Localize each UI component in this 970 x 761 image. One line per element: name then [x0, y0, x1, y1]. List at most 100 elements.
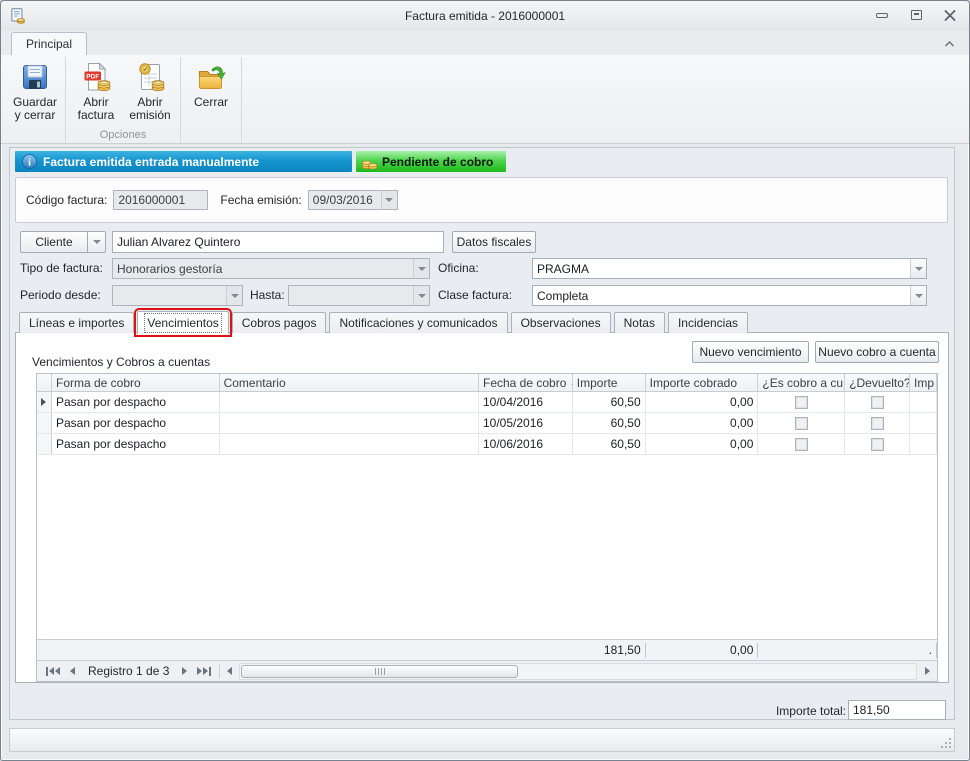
cell-fecha-de-cobro: 10/05/2016 [479, 413, 573, 433]
column-header-1[interactable]: Forma de cobro [52, 374, 220, 391]
cell-es-cobro-a-cuenta [758, 434, 845, 454]
close-button[interactable] [943, 9, 957, 21]
tab-vencimientos[interactable]: Vencimientos [137, 311, 228, 334]
button-label: emisión [129, 109, 170, 122]
oficina-label: Oficina: [438, 261, 479, 275]
codigo-factura-field[interactable]: 2016000001 [113, 190, 208, 210]
fecha-emision-field[interactable]: 09/03/2016 [308, 190, 398, 210]
scrollbar-thumb[interactable] [241, 665, 518, 678]
oficina-value: PRAGMA [537, 262, 589, 276]
ribbon-tab-principal[interactable]: Principal [11, 32, 87, 55]
es-cobro-a-cuenta-checkbox[interactable] [795, 438, 808, 451]
tab-label: Notificaciones y comunicados [339, 316, 497, 330]
cell-importe: 60,50 [573, 392, 646, 412]
title-bar[interactable]: Factura emitida - 2016000001 [1, 1, 969, 31]
column-header-3[interactable]: Fecha de cobro [479, 374, 573, 391]
importe-total-field[interactable]: 181,50 [848, 700, 946, 720]
chevron-down-icon[interactable] [910, 286, 926, 305]
cell-devuelto [845, 413, 910, 433]
minimize-button[interactable] [875, 9, 889, 21]
tab-cobros-pagos[interactable]: Cobros pagos [232, 312, 327, 333]
cliente-split-button[interactable]: Cliente [20, 231, 106, 253]
close-icon [944, 10, 956, 21]
tab-l-neas-e-importes[interactable]: Líneas e importes [19, 312, 134, 333]
previous-record-button[interactable] [65, 661, 80, 681]
toolbar-group-cerrar: Cerrar [181, 57, 242, 143]
status-bar [9, 728, 955, 752]
open-emission-button[interactable]: Abrir emisión [123, 57, 177, 129]
cell-importe-cobrado: 0,00 [646, 434, 759, 454]
cell-importe-cobrado: 0,00 [646, 413, 759, 433]
table-row[interactable]: Pasan por despacho10/05/201660,500,00 [37, 413, 937, 434]
record-position-label: Registro 1 de 3 [80, 664, 177, 678]
tipo-factura-combo[interactable]: Honorarios gestoría [112, 258, 430, 279]
column-header-6[interactable]: ¿Es cobro a cu... [758, 374, 845, 391]
chevron-down-icon[interactable] [413, 259, 429, 278]
first-record-button[interactable] [41, 661, 65, 681]
resize-grip[interactable] [939, 736, 951, 748]
es-cobro-a-cuenta-checkbox[interactable] [795, 396, 808, 409]
save-icon [19, 61, 51, 93]
cliente-button[interactable]: Cliente [20, 231, 88, 253]
oficina-combo[interactable]: PRAGMA [532, 258, 927, 279]
tab-label: Vencimientos [147, 316, 218, 330]
chevron-down-icon[interactable] [910, 259, 926, 278]
column-header-4[interactable]: Importe [573, 374, 646, 391]
tab-label: Líneas e importes [29, 316, 124, 330]
periodo-desde-combo[interactable] [112, 285, 243, 306]
grid-summary-row: 181,500,00. [37, 639, 937, 660]
cell-fecha-de-cobro: 10/04/2016 [479, 392, 573, 412]
clase-factura-combo[interactable]: Completa [532, 285, 927, 306]
clase-factura-label: Clase factura: [438, 288, 512, 302]
scroll-right-button[interactable] [921, 667, 933, 675]
cliente-dropdown-button[interactable] [88, 231, 106, 253]
horizontal-scrollbar[interactable] [239, 663, 917, 680]
datos-fiscales-button[interactable]: Datos fiscales [452, 231, 536, 253]
last-record-button[interactable] [192, 661, 216, 681]
grid-empty-area [37, 455, 937, 639]
window-title: Factura emitida - 2016000001 [1, 9, 969, 23]
table-row[interactable]: Pasan por despacho10/04/201660,500,00 [37, 392, 937, 413]
tab-observaciones[interactable]: Observaciones [511, 312, 611, 333]
tab-notificaciones-y-comunicados[interactable]: Notificaciones y comunicados [329, 312, 507, 333]
chevron-down-icon[interactable] [413, 286, 429, 305]
open-invoice-button[interactable]: PDF Abrir factura [69, 57, 123, 129]
chevron-down-icon[interactable] [381, 191, 397, 209]
tipo-factura-value: Honorarios gestoría [117, 262, 222, 276]
devuelto-checkbox[interactable] [871, 438, 884, 451]
devuelto-checkbox[interactable] [871, 396, 884, 409]
hasta-combo[interactable] [288, 285, 430, 306]
column-header-8[interactable]: Imp [910, 374, 937, 391]
chevron-down-icon[interactable] [226, 286, 242, 305]
devuelto-checkbox[interactable] [871, 417, 884, 430]
summary-cell [220, 643, 479, 658]
section-title: Vencimientos y Cobros a cuentas [32, 355, 210, 369]
chevron-up-icon [944, 40, 955, 48]
restore-icon [911, 10, 922, 20]
toolbar-group-save: Guardar y cerrar [5, 57, 66, 143]
coins-icon [361, 154, 378, 170]
es-cobro-a-cuenta-checkbox[interactable] [795, 417, 808, 430]
button-label: factura [78, 109, 115, 122]
summary-cell [758, 643, 845, 658]
column-header-label: ¿Es cobro a cu... [762, 376, 845, 390]
tab-incidencias[interactable]: Incidencias [668, 312, 748, 333]
save-and-close-button[interactable]: Guardar y cerrar [8, 57, 62, 129]
column-header-5[interactable]: Importe cobrado [646, 374, 759, 391]
column-header-label: Importe [577, 376, 618, 390]
scroll-left-button[interactable] [223, 667, 235, 675]
column-header-7[interactable]: ¿Devuelto? [845, 374, 910, 391]
tab-notas[interactable]: Notas [614, 312, 665, 333]
close-window-button[interactable]: Cerrar [184, 57, 238, 129]
info-banner-text: Factura emitida entrada manualmente [43, 155, 259, 169]
collapse-ribbon-button[interactable] [941, 37, 957, 51]
nuevo-cobro-a-cuenta-button[interactable]: Nuevo cobro a cuenta [815, 341, 939, 363]
cell-comentario [220, 434, 479, 454]
cliente-name-field[interactable]: Julian Alvarez Quintero [112, 231, 444, 253]
next-record-button[interactable] [177, 661, 192, 681]
summary-importe-cobrado-total: 0,00 [646, 643, 759, 658]
nuevo-vencimiento-button[interactable]: Nuevo vencimiento [692, 341, 809, 363]
column-header-2[interactable]: Comentario [220, 374, 479, 391]
table-row[interactable]: Pasan por despacho10/06/201660,500,00 [37, 434, 937, 455]
restore-button[interactable] [909, 9, 923, 21]
